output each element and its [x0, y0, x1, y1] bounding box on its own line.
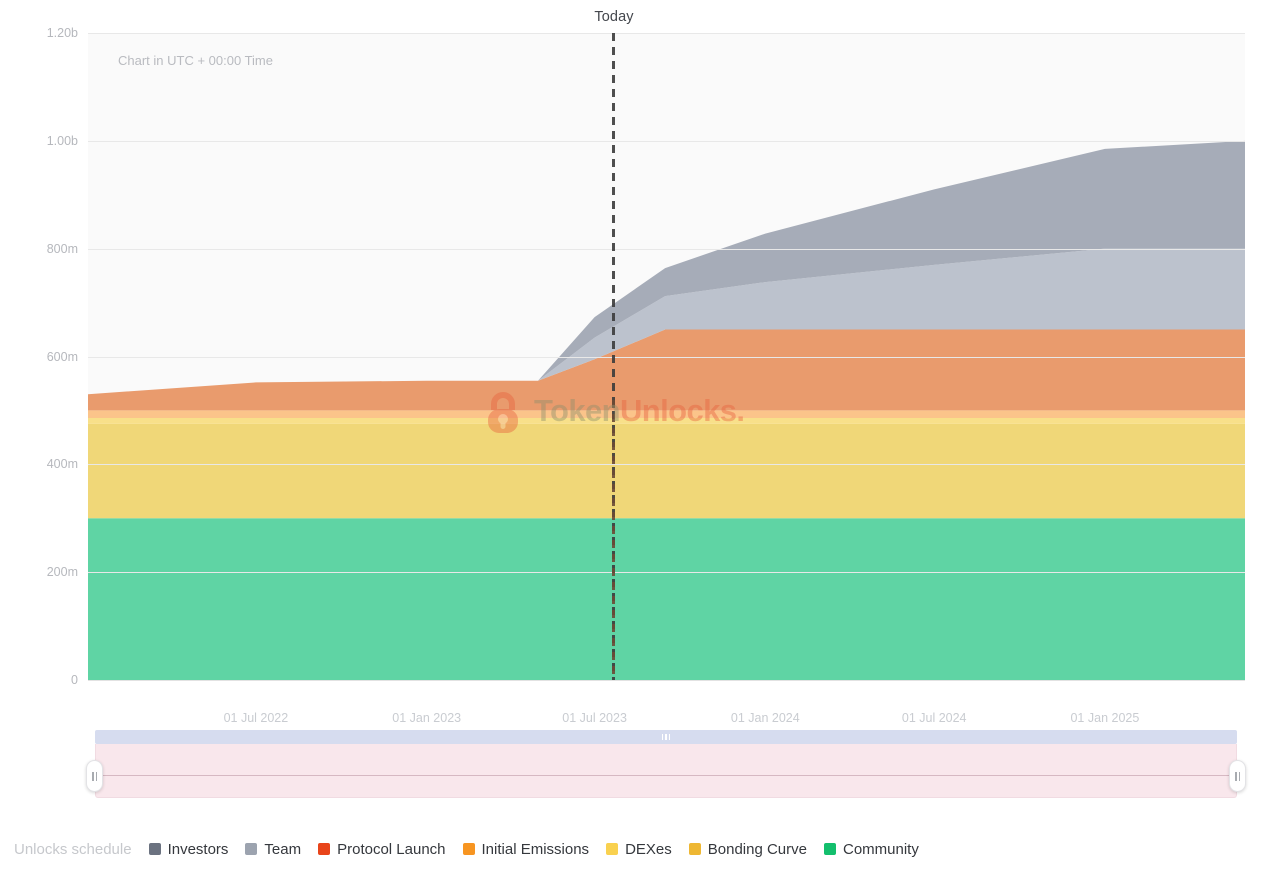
y-axis-tick-label: 800m: [18, 242, 78, 256]
gridline: [88, 141, 1245, 142]
legend-item-label: Investors: [168, 841, 229, 858]
legend: Unlocks schedule Investors Team Protocol L…: [14, 838, 936, 860]
legend-item-label: DEXes: [625, 841, 672, 858]
range-preview-line: [96, 775, 1236, 776]
area-series-dexes: [88, 418, 1245, 424]
gridline: [88, 464, 1245, 465]
legend-item-investors[interactable]: Investors: [149, 841, 229, 858]
y-axis-tick-label: 1.20b: [18, 26, 78, 40]
range-handle-right[interactable]: [1229, 760, 1246, 792]
gridline: [88, 249, 1245, 250]
legend-items: Investors Team Protocol Launch Initial Emis…: [149, 841, 936, 858]
legend-item-protocol-launch[interactable]: Protocol Launch: [318, 841, 445, 858]
area-series-initial-emissions: [88, 410, 1245, 418]
range-handle-left[interactable]: [86, 760, 103, 792]
range-scrollbar[interactable]: [95, 730, 1237, 744]
today-marker-label: Today: [594, 9, 633, 25]
x-axis-tick-label: 01 Jul 2024: [902, 711, 967, 725]
legend-swatch: [149, 843, 161, 855]
legend-swatch: [606, 843, 618, 855]
gridline: [88, 33, 1245, 34]
chart-page: Today 0 200m 400m 600m 800m 1.00b 1.20b 01 Jul…: [0, 0, 1269, 869]
y-axis-tick-label: 200m: [18, 565, 78, 579]
scroll-grip-icon[interactable]: [659, 734, 673, 740]
area-series-protocol-launch: [88, 330, 1245, 411]
legend-item-community[interactable]: Community: [824, 841, 919, 858]
y-axis-tick-label: 0: [18, 673, 78, 687]
range-selector[interactable]: [86, 730, 1246, 798]
legend-swatch: [689, 843, 701, 855]
legend-item-label: Initial Emissions: [482, 841, 590, 858]
legend-swatch: [463, 843, 475, 855]
y-axis-tick-label: 400m: [18, 457, 78, 471]
today-marker-line-lower: [612, 400, 615, 680]
utc-note: Chart in UTC + 00:00 Time: [118, 53, 273, 68]
x-axis-tick-label: 01 Jan 2023: [392, 711, 461, 725]
legend-swatch: [318, 843, 330, 855]
legend-title: Unlocks schedule: [14, 841, 132, 858]
x-axis-tick-label: 01 Jan 2024: [731, 711, 800, 725]
y-axis-tick-label: 1.00b: [18, 134, 78, 148]
gridline: [88, 357, 1245, 358]
area-series-bonding-curve: [88, 424, 1245, 518]
legend-item-label: Community: [843, 841, 919, 858]
gridline: [88, 572, 1245, 573]
legend-item-dexes[interactable]: DEXes: [606, 841, 672, 858]
x-axis-tick-label: 01 Jul 2023: [562, 711, 627, 725]
legend-swatch: [245, 843, 257, 855]
legend-swatch: [824, 843, 836, 855]
gridline: [88, 680, 1245, 681]
legend-item-bonding-curve[interactable]: Bonding Curve: [689, 841, 807, 858]
legend-item-label: Protocol Launch: [337, 841, 445, 858]
y-axis-tick-label: 600m: [18, 350, 78, 364]
legend-item-label: Team: [264, 841, 301, 858]
legend-item-team[interactable]: Team: [245, 841, 301, 858]
range-preview[interactable]: [95, 744, 1237, 798]
x-axis-tick-label: 01 Jan 2025: [1070, 711, 1139, 725]
x-axis-tick-label: 01 Jul 2022: [224, 711, 289, 725]
area-series-community: [88, 518, 1245, 680]
legend-item-label: Bonding Curve: [708, 841, 807, 858]
legend-item-initial-emissions[interactable]: Initial Emissions: [463, 841, 590, 858]
